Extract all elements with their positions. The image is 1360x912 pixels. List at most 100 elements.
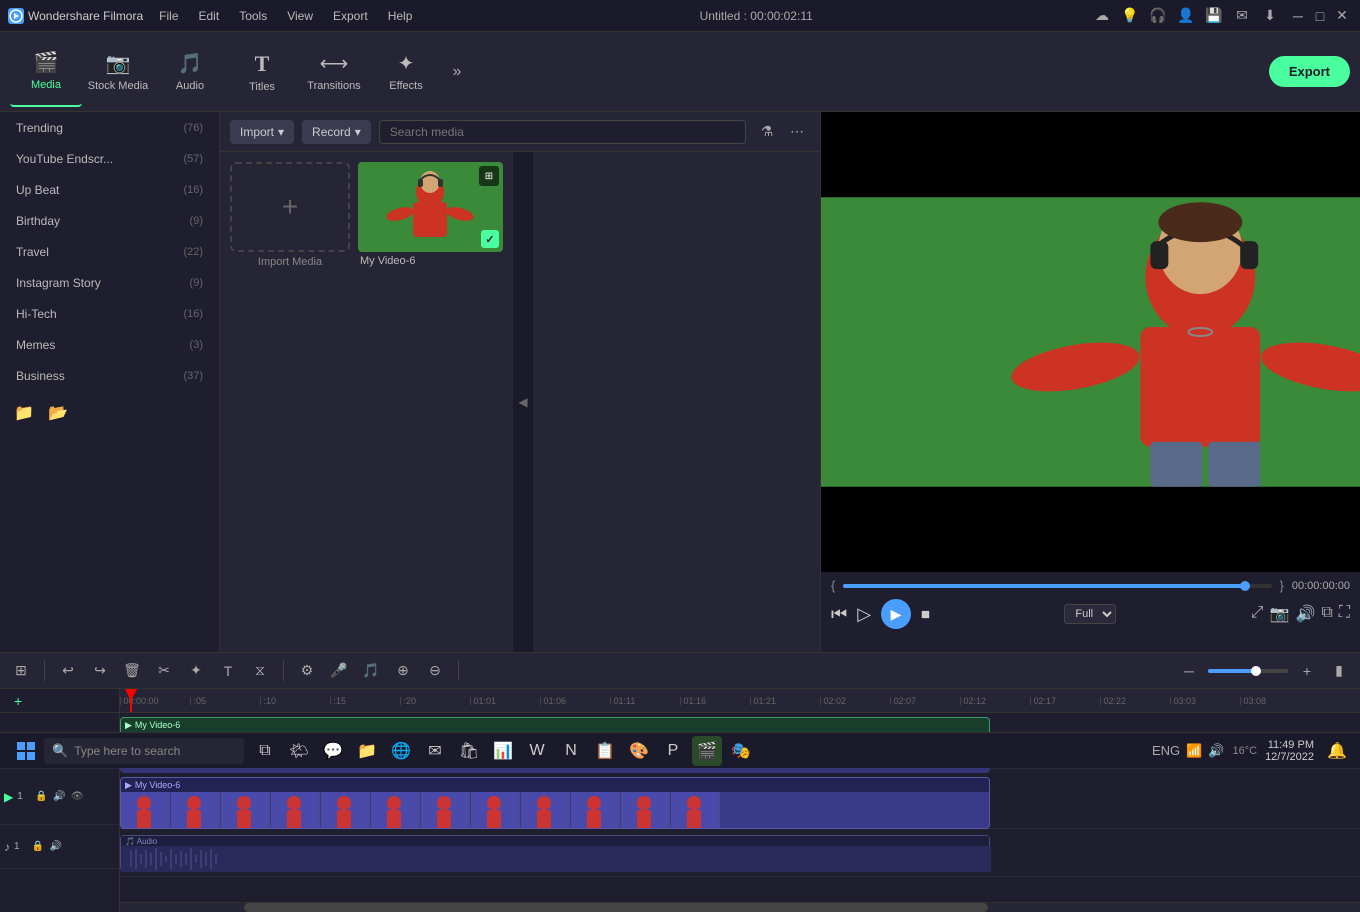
- add-track-button[interactable]: +: [6, 690, 22, 712]
- import-media-tile[interactable]: +: [230, 162, 350, 252]
- split-view-icon[interactable]: ⧉: [1321, 604, 1332, 624]
- tl-zoom-in-button[interactable]: +: [1294, 658, 1320, 684]
- audio-clip[interactable]: 🎵 Audio: [120, 835, 990, 871]
- sidebar-item-hitech[interactable]: Hi-Tech (16): [4, 299, 215, 329]
- grid-view-icon[interactable]: ⊞: [479, 166, 499, 186]
- menu-view[interactable]: View: [279, 7, 321, 25]
- tl-more2-button[interactable]: ⊖: [422, 658, 448, 684]
- import-button[interactable]: Import ▾: [230, 120, 294, 144]
- playhead[interactable]: [130, 689, 132, 712]
- sidebar-item-trending[interactable]: Trending (76): [4, 113, 215, 143]
- systray-volume[interactable]: 🔊: [1208, 743, 1224, 759]
- import-tile[interactable]: + Import Media: [230, 162, 350, 268]
- systray-lang[interactable]: ENG: [1152, 743, 1180, 758]
- sidebar-item-upbeat[interactable]: Up Beat (16): [4, 175, 215, 205]
- menu-edit[interactable]: Edit: [191, 7, 228, 25]
- tl-snap-button[interactable]: ⚙: [294, 658, 320, 684]
- progress-bar[interactable]: [843, 584, 1271, 588]
- tl-text-button[interactable]: T: [215, 658, 241, 684]
- collapse-panel-button[interactable]: ◀: [513, 152, 533, 652]
- taskbar-app4[interactable]: 🎭: [726, 736, 756, 766]
- toolbar-titles[interactable]: T Titles: [226, 37, 298, 107]
- tl-ruler[interactable]: 00:00:00 :05 :10 :15 :20 01:01 01:06 01:…: [120, 689, 1360, 713]
- minimize-button[interactable]: ─: [1288, 6, 1308, 26]
- export-button[interactable]: Export: [1269, 56, 1350, 87]
- taskbar-app1[interactable]: 📋: [590, 736, 620, 766]
- taskbar-search[interactable]: 🔍 Type here to search: [44, 738, 244, 764]
- toolbar-effects[interactable]: ✦ Effects: [370, 37, 442, 107]
- tl-undo-button[interactable]: ↩: [55, 658, 81, 684]
- tl-grid-button[interactable]: ⊞: [8, 658, 34, 684]
- taskbar-app3[interactable]: P: [658, 736, 688, 766]
- audio-mute-icon[interactable]: 🔊: [48, 839, 64, 855]
- tl-end-button[interactable]: ▮: [1326, 658, 1352, 684]
- sidebar-item-business[interactable]: Business (37): [4, 361, 215, 391]
- track-1-mute-icon[interactable]: 🔊: [51, 789, 67, 805]
- download-icon[interactable]: ⬇: [1260, 6, 1280, 26]
- notification-icon[interactable]: 🔔: [1322, 736, 1352, 766]
- taskbar-time[interactable]: 11:49 PM 12/7/2022: [1265, 739, 1314, 763]
- tl-scrollbar[interactable]: [120, 902, 1360, 912]
- tl-adjust-button[interactable]: ⧖: [247, 658, 273, 684]
- video-clip-1[interactable]: ▶ My Video-6: [120, 777, 990, 829]
- sidebar-item-travel[interactable]: Travel (22): [4, 237, 215, 267]
- taskbar-file-explorer[interactable]: 📁: [352, 736, 382, 766]
- start-button[interactable]: [8, 737, 44, 765]
- search-input[interactable]: [379, 120, 746, 144]
- screenshot-icon[interactable]: 📷: [1270, 604, 1290, 624]
- more-options-icon[interactable]: ⋯: [784, 119, 810, 145]
- track-1-lock-icon[interactable]: 🔒: [33, 789, 49, 805]
- bulb-icon[interactable]: 💡: [1120, 6, 1140, 26]
- tl-scrollbar-thumb[interactable]: [244, 903, 988, 912]
- maximize-button[interactable]: □: [1310, 6, 1330, 26]
- taskbar-mail[interactable]: ✉: [420, 736, 450, 766]
- play-alt-button[interactable]: ▷: [857, 604, 871, 625]
- audio-lock-icon[interactable]: 🔒: [30, 839, 46, 855]
- menu-export[interactable]: Export: [325, 7, 376, 25]
- media-tile-video[interactable]: ⊞ ✓ My Video-6: [358, 162, 503, 268]
- sidebar-item-memes[interactable]: Memes (3): [4, 330, 215, 360]
- taskbar-widgets[interactable]: 🌤: [284, 736, 314, 766]
- quality-select[interactable]: Full: [1064, 604, 1116, 624]
- tl-zoom-slider[interactable]: [1208, 669, 1288, 673]
- toolbar-transitions[interactable]: ⟷ Transitions: [298, 37, 370, 107]
- save-icon[interactable]: 💾: [1204, 6, 1224, 26]
- tl-voice-button[interactable]: 🎵: [358, 658, 384, 684]
- stop-button[interactable]: ⏹: [921, 604, 930, 625]
- close-button[interactable]: ✕: [1332, 6, 1352, 26]
- fit-screen-icon[interactable]: ⤢: [1251, 604, 1264, 624]
- prev-frame-button[interactable]: ⏮: [831, 604, 847, 625]
- tl-zoom-out-button[interactable]: ─: [1176, 658, 1202, 684]
- tl-magic-button[interactable]: ✦: [183, 658, 209, 684]
- menu-help[interactable]: Help: [380, 7, 421, 25]
- menu-tools[interactable]: Tools: [231, 7, 275, 25]
- toolbar-audio[interactable]: 🎵 Audio: [154, 37, 226, 107]
- open-folder-icon[interactable]: 📂: [44, 399, 72, 427]
- systray-network[interactable]: 📶: [1186, 743, 1202, 759]
- volume-icon[interactable]: 🔊: [1295, 604, 1315, 624]
- tl-more1-button[interactable]: ⊕: [390, 658, 416, 684]
- new-folder-icon[interactable]: 📁: [10, 399, 38, 427]
- tl-audio-button[interactable]: 🎤: [326, 658, 352, 684]
- account-icon[interactable]: 👤: [1176, 6, 1196, 26]
- filter-icon[interactable]: ⚗: [754, 119, 780, 145]
- toolbar-stock-media[interactable]: 📷 Stock Media: [82, 37, 154, 107]
- taskbar-taskview[interactable]: ⧉: [250, 736, 280, 766]
- toolbar-media[interactable]: 🎬 Media: [10, 37, 82, 107]
- taskbar-chat[interactable]: 💬: [318, 736, 348, 766]
- cloud-icon[interactable]: ☁: [1092, 6, 1112, 26]
- record-button[interactable]: Record ▾: [302, 120, 371, 144]
- taskbar-word[interactable]: W: [522, 736, 552, 766]
- tl-redo-button[interactable]: ↪: [87, 658, 113, 684]
- taskbar-store[interactable]: 🛍: [454, 736, 484, 766]
- taskbar-filmora[interactable]: 🎬: [692, 736, 722, 766]
- taskbar-app2[interactable]: 🎨: [624, 736, 654, 766]
- tl-cut-button[interactable]: ✂: [151, 658, 177, 684]
- fullscreen-icon[interactable]: ⛶: [1339, 604, 1350, 624]
- headset-icon[interactable]: 🎧: [1148, 6, 1168, 26]
- sidebar-item-instagram[interactable]: Instagram Story (9): [4, 268, 215, 298]
- tl-delete-button[interactable]: 🗑: [119, 658, 145, 684]
- toolbar-more-button[interactable]: »: [442, 57, 472, 87]
- taskbar-excel[interactable]: 📊: [488, 736, 518, 766]
- sidebar-item-youtube[interactable]: YouTube Endscr... (57): [4, 144, 215, 174]
